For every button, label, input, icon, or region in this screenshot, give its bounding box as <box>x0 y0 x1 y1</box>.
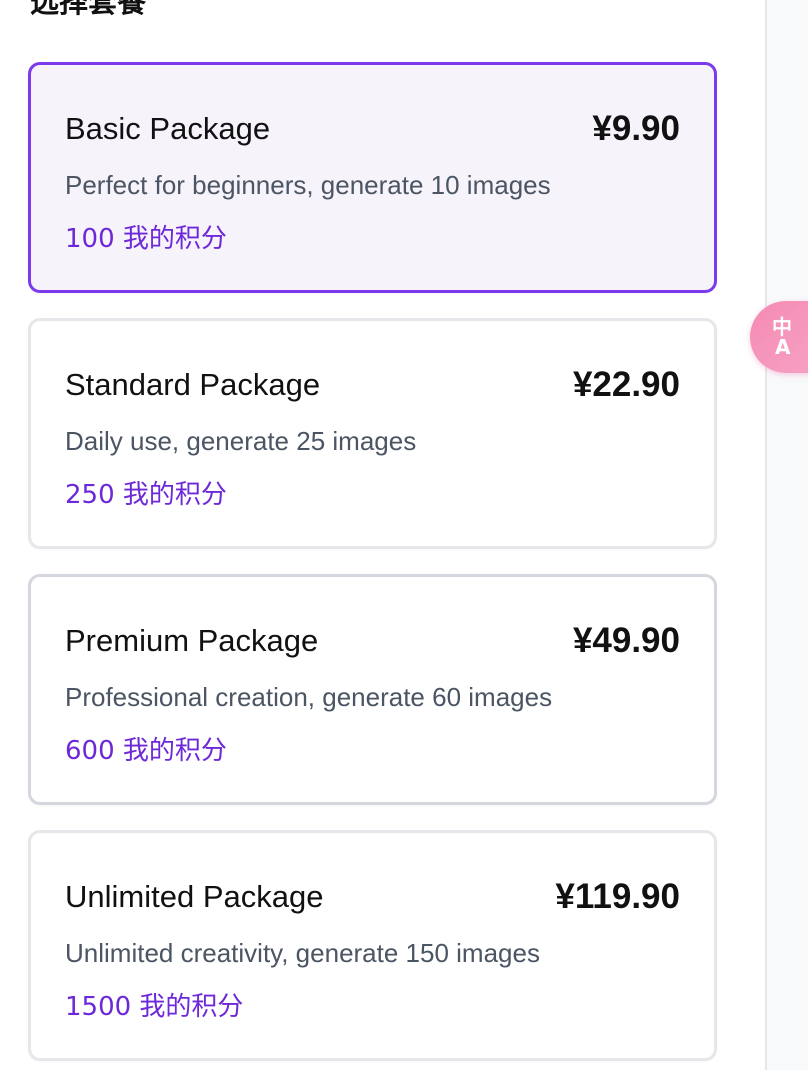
package-name: Unlimited Package <box>65 879 324 914</box>
package-card-unlimited[interactable]: Unlimited Package ¥119.90 Unlimited crea… <box>28 830 717 1061</box>
package-points: 1500 我的积分 <box>65 992 244 1022</box>
package-card-premium[interactable]: Premium Package ¥49.90 Professional crea… <box>28 574 717 805</box>
right-side-panel <box>765 0 808 1070</box>
package-selection-page: 选择套餐 Basic Package ¥9.90 Perfect for beg… <box>0 0 808 1070</box>
package-price: ¥49.90 <box>572 621 680 660</box>
package-name: Basic Package <box>65 111 271 146</box>
section-title: 选择套餐 <box>30 0 147 19</box>
package-name: Premium Package <box>65 623 319 658</box>
package-list: Basic Package ¥9.90 Perfect for beginner… <box>28 62 717 1070</box>
package-price: ¥119.90 <box>555 877 680 916</box>
package-name: Standard Package <box>65 367 321 402</box>
package-points: 100 我的积分 <box>65 224 227 254</box>
package-points: 250 我的积分 <box>65 480 227 510</box>
package-points: 600 我的积分 <box>65 736 227 766</box>
package-card-standard[interactable]: Standard Package ¥22.90 Daily use, gener… <box>28 318 717 549</box>
package-description: Daily use, generate 25 images <box>65 426 417 456</box>
package-price: ¥9.90 <box>592 109 680 148</box>
translate-icon: 中 A <box>772 315 808 359</box>
package-card-basic[interactable]: Basic Package ¥9.90 Perfect for beginner… <box>28 62 717 293</box>
package-price: ¥22.90 <box>572 365 680 404</box>
package-description: Professional creation, generate 60 image… <box>65 682 553 712</box>
translate-glyph-latin: A <box>775 335 791 359</box>
package-description: Unlimited creativity, generate 150 image… <box>65 938 540 968</box>
translate-button[interactable]: 中 A <box>750 301 808 373</box>
translate-glyph-chinese: 中 <box>772 315 792 339</box>
package-description: Perfect for beginners, generate 10 image… <box>65 170 551 200</box>
